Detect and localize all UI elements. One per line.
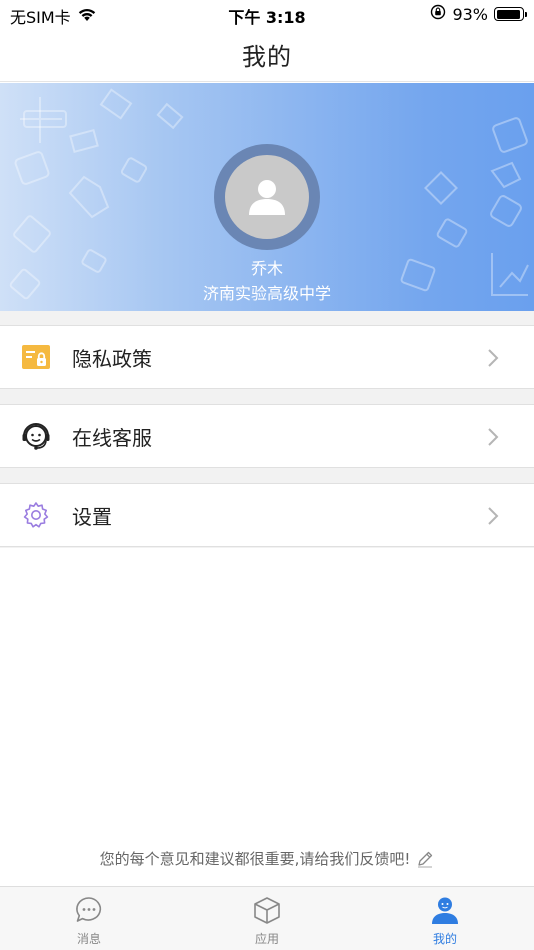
settings-gear-icon <box>20 499 52 531</box>
menu-item-settings[interactable]: 设置 <box>0 483 534 547</box>
tab-messages[interactable]: 消息 <box>0 887 178 950</box>
chevron-right-icon <box>488 428 499 446</box>
default-user-icon <box>249 180 285 215</box>
battery-percent: 93% <box>452 4 488 24</box>
app-box-icon <box>252 895 282 925</box>
feedback-prompt[interactable]: 您的每个意见和建议都很重要,请给我们反馈吧! <box>0 848 534 869</box>
user-name: 乔木 <box>250 259 283 278</box>
message-bubble-icon <box>74 895 104 925</box>
tab-label: 我的 <box>432 932 457 946</box>
menu-item-privacy-policy[interactable]: 隐私政策 <box>0 325 534 389</box>
menu-item-online-service[interactable]: 在线客服 <box>0 404 534 468</box>
user-school: 济南实验高级中学 <box>202 284 331 303</box>
tab-bar: 消息 应用 我的 <box>0 886 534 950</box>
menu-item-label: 隐私政策 <box>72 346 152 371</box>
page-title: 我的 <box>242 43 292 71</box>
navigation-bar: 我的 <box>0 28 534 82</box>
orientation-lock-icon <box>430 4 446 24</box>
status-bar: 无SIM卡 下午 3:18 93% <box>0 0 534 28</box>
chevron-right-icon <box>488 349 499 367</box>
privacy-policy-icon <box>20 341 52 373</box>
status-right: 93% <box>430 4 527 24</box>
chevron-right-icon <box>488 507 499 525</box>
avatar[interactable] <box>225 155 309 239</box>
tab-apps[interactable]: 应用 <box>178 887 356 950</box>
tab-profile[interactable]: 我的 <box>356 887 534 950</box>
profile-banner: 乔木 济南实验高级中学 <box>0 83 534 311</box>
tab-label: 应用 <box>254 932 279 946</box>
menu-item-label: 在线客服 <box>72 425 152 450</box>
menu-item-label: 设置 <box>72 504 112 529</box>
feedback-text: 您的每个意见和建议都很重要,请给我们反馈吧! <box>99 850 411 868</box>
profile-person-icon <box>430 895 460 925</box>
avatar-ring[interactable] <box>214 144 320 250</box>
customer-service-icon <box>20 420 52 452</box>
battery-icon <box>494 7 527 21</box>
tab-label: 消息 <box>76 932 101 946</box>
edit-pencil-icon <box>418 851 433 867</box>
